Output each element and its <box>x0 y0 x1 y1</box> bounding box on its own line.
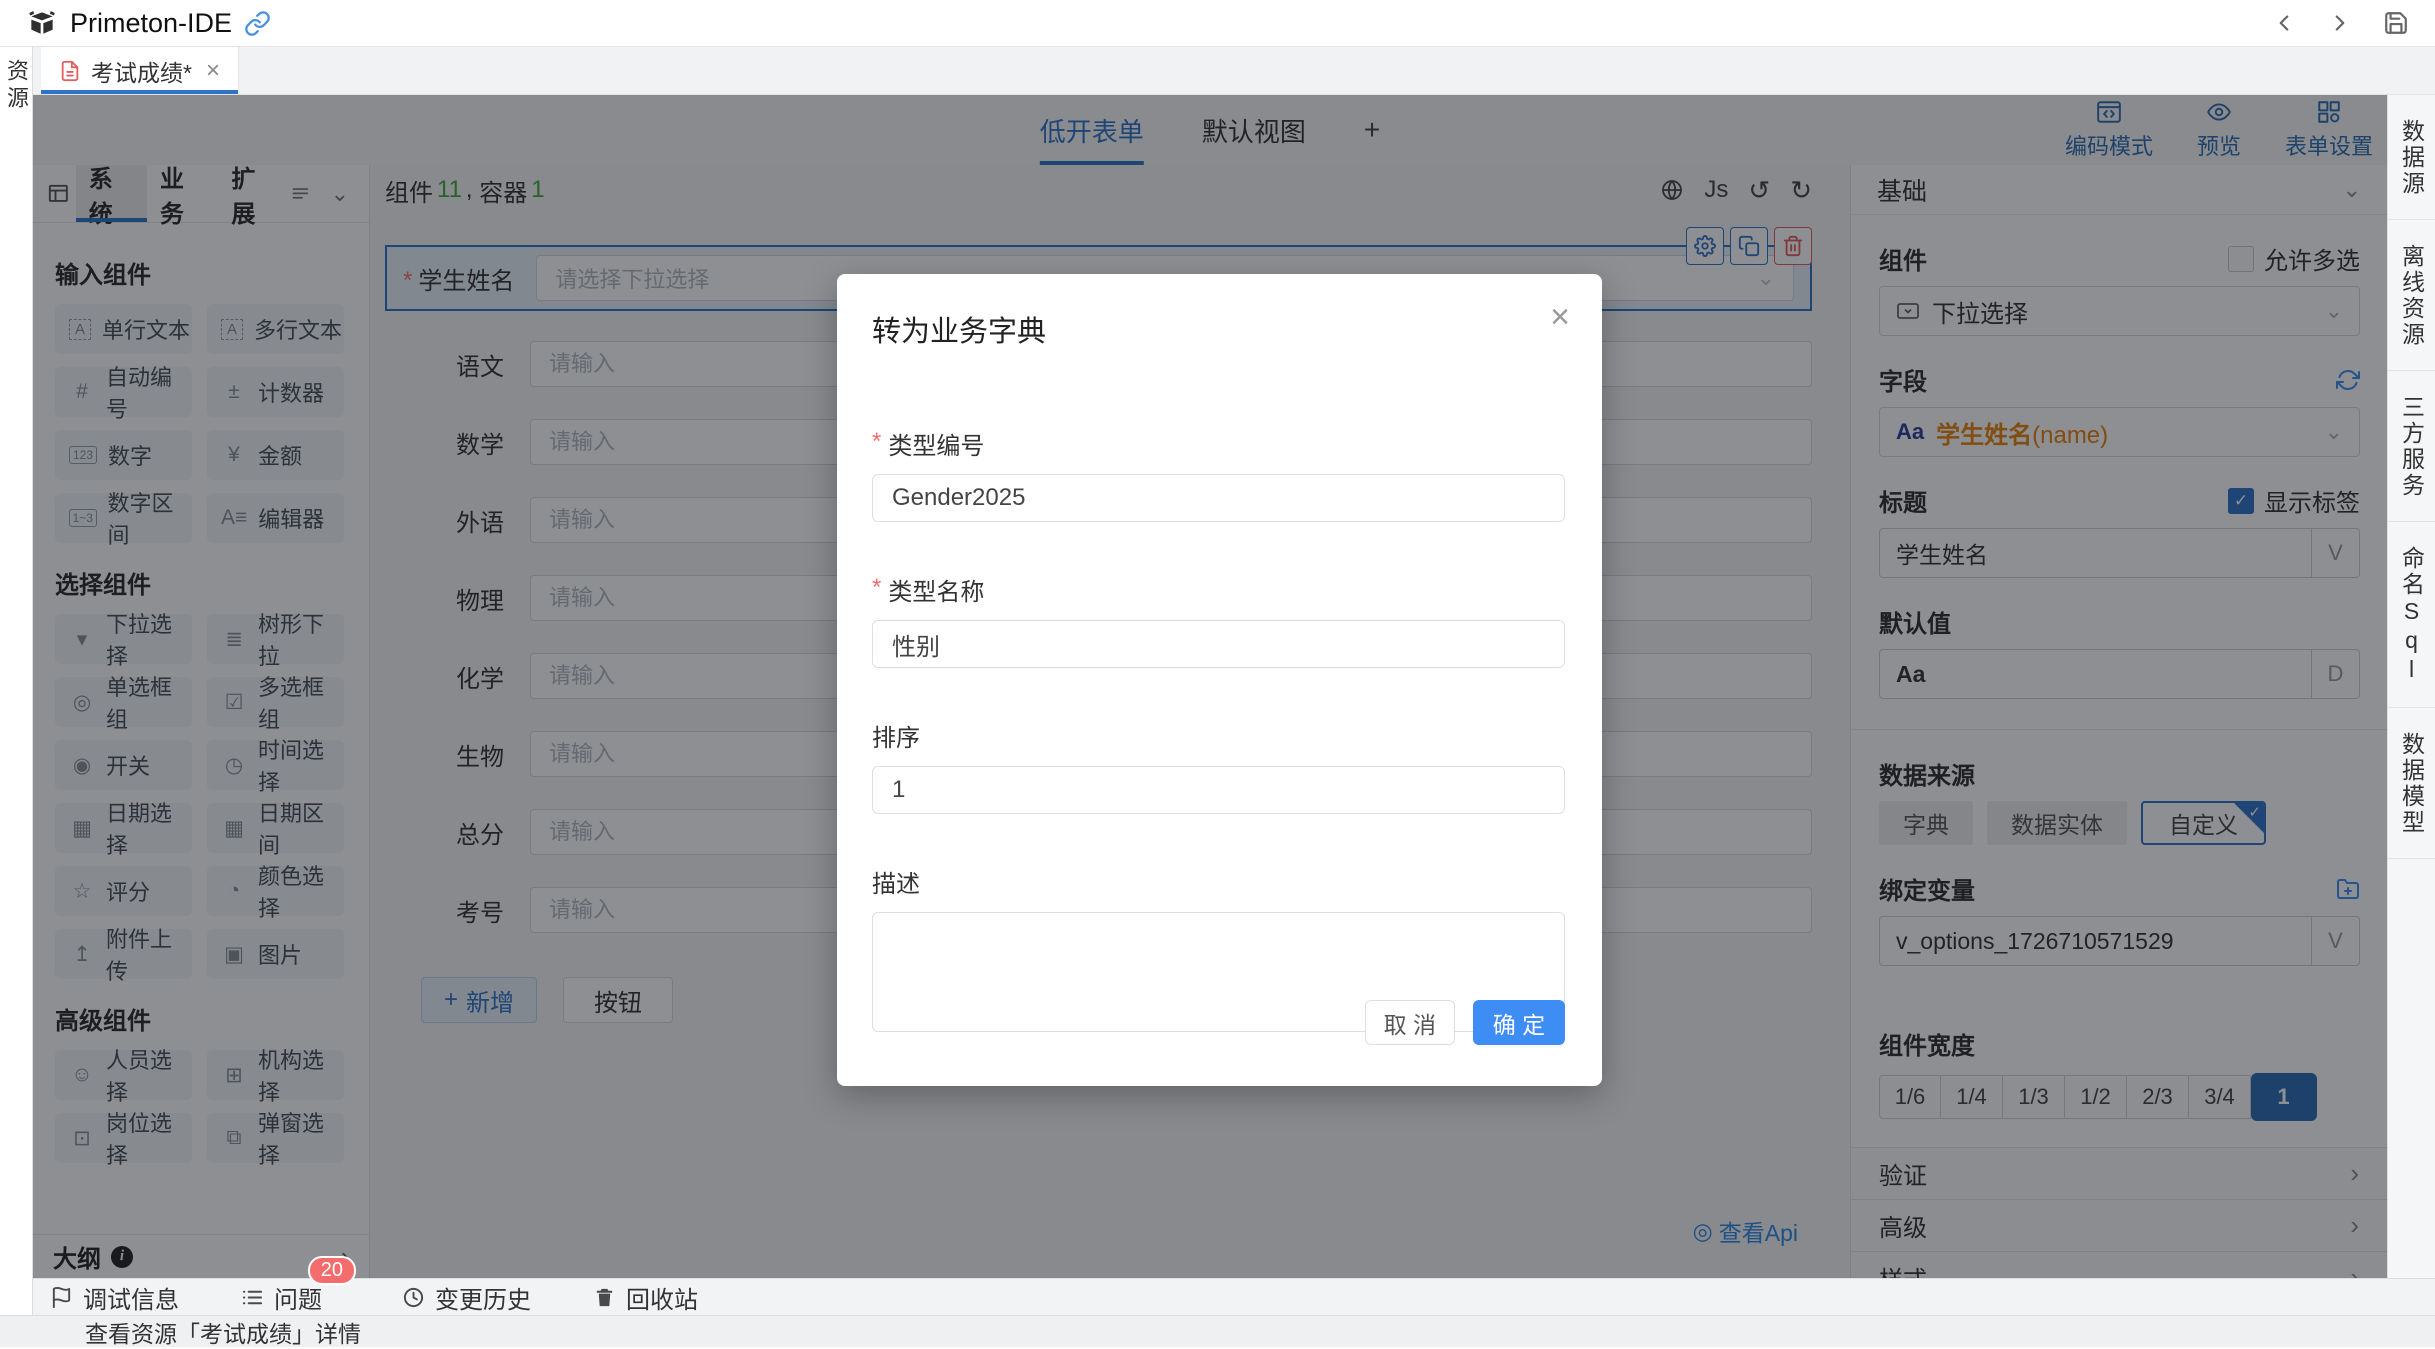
doc-tab-label: 考试成绩* <box>91 54 192 88</box>
clock-icon <box>402 1286 425 1309</box>
right-strip-label: 离线资源 <box>2395 244 2429 348</box>
cancel-button[interactable]: 取 消 <box>1365 1000 1455 1045</box>
debug-info-label: 调试信息 <box>83 1280 179 1315</box>
problems-label: 问题 <box>274 1280 322 1315</box>
problems-count-badge: 20 <box>308 1256 356 1285</box>
right-strip-item-4[interactable]: 数据模型 <box>2388 708 2435 859</box>
modal-field-input-0[interactable] <box>872 474 1565 522</box>
required-mark: * <box>872 574 881 602</box>
modal-buttons: 取 消 确 定 <box>1365 1000 1565 1045</box>
right-resource-strip: 数据源离线资源三方服务命名Sql 数据模型 <box>2387 95 2435 1278</box>
modal-fields: *类型编号*类型名称排序描述 <box>872 426 1565 1032</box>
right-strip-label: 命名Sql <box>2395 546 2429 685</box>
right-strip-item-3[interactable]: 命名Sql <box>2388 522 2435 708</box>
required-mark: * <box>872 428 881 456</box>
save-icon[interactable] <box>2383 10 2409 36</box>
titlebar: Primeton-IDE <box>0 0 2435 47</box>
recycle-bin-button[interactable]: 回收站 <box>593 1280 698 1315</box>
document-tabbar: 考试成绩* × <box>33 47 2435 95</box>
app-logo-icon <box>26 7 58 39</box>
nav-back-icon[interactable] <box>2271 10 2297 36</box>
status-text: 查看资源「考试成绩」详情 <box>85 1315 361 1349</box>
close-tab-icon[interactable]: × <box>206 57 220 85</box>
link-icon[interactable] <box>244 10 271 37</box>
list-icon <box>241 1286 264 1309</box>
file-icon <box>59 60 81 82</box>
modal-field-input-2[interactable] <box>872 766 1565 814</box>
convert-dictionary-modal: 转为业务字典 × *类型编号*类型名称排序描述 取 消 确 定 <box>837 274 1602 1086</box>
recycle-bin-label: 回收站 <box>626 1280 698 1315</box>
app-title: Primeton-IDE <box>70 8 232 39</box>
modal-field-label: 描述 <box>872 864 1565 899</box>
modal-field-label: *类型名称 <box>872 572 1565 607</box>
resource-strip-label[interactable]: 资源 <box>0 59 32 1315</box>
nav-forward-icon[interactable] <box>2327 10 2353 36</box>
close-icon[interactable]: × <box>1550 300 1570 334</box>
right-strip-item-1[interactable]: 离线资源 <box>2388 220 2435 371</box>
doc-tab-exam-scores[interactable]: 考试成绩* × <box>41 47 239 94</box>
left-resource-strip[interactable]: 资源 <box>0 47 33 1315</box>
change-history-button[interactable]: 变更历史 <box>402 1280 531 1315</box>
change-history-label: 变更历史 <box>435 1280 531 1315</box>
modal-field-label: *类型编号 <box>872 426 1565 461</box>
right-strip-item-0[interactable]: 数据源 <box>2388 95 2435 220</box>
problems-button[interactable]: 问题 20 <box>241 1280 322 1315</box>
right-strip-item-2[interactable]: 三方服务 <box>2388 371 2435 522</box>
modal-field-label-text: 类型名称 <box>888 572 984 607</box>
modal-field-label: 排序 <box>872 718 1565 753</box>
right-strip-label: 数据模型 <box>2395 732 2429 836</box>
bottom-bar: 调试信息 问题 20 变更历史 回收站 <box>33 1278 2435 1315</box>
debug-icon <box>50 1286 73 1309</box>
confirm-button[interactable]: 确 定 <box>1473 1000 1565 1045</box>
modal-title: 转为业务字典 <box>872 308 1565 350</box>
modal-field-label-text: 类型编号 <box>888 426 984 461</box>
modal-field-label-text: 排序 <box>872 718 920 753</box>
modal-field-label-text: 描述 <box>872 864 920 899</box>
right-strip-label: 三方服务 <box>2395 395 2429 499</box>
trash-icon <box>593 1286 616 1309</box>
right-strip-label: 数据源 <box>2395 119 2429 197</box>
status-bar: 查看资源「考试成绩」详情 <box>0 1315 2435 1347</box>
debug-info-button[interactable]: 调试信息 <box>50 1280 179 1315</box>
modal-field-input-1[interactable] <box>872 620 1565 668</box>
